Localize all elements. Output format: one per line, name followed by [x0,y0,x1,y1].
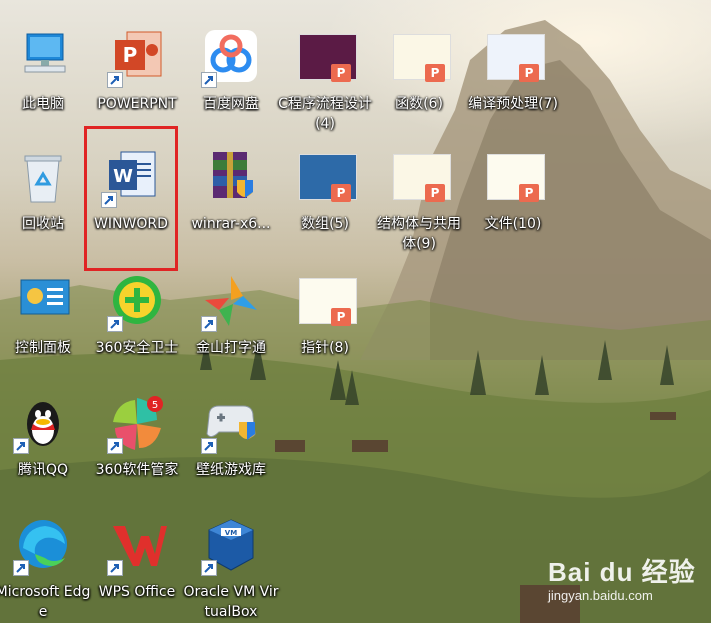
shortcut-arrow-icon [107,316,123,332]
icon-label: 编译预处理(7) [468,96,558,112]
desktop-icon-arrays[interactable]: P 数组(5) [282,146,368,234]
shortcut-arrow-icon [13,560,29,576]
edge-icon [11,514,75,578]
icon-label: POWERPNT [97,96,177,112]
icon-label: 壁纸游戏库 [196,462,266,478]
icon-label: WPS Office [98,584,176,600]
icon-label: 指针(8) [301,340,349,356]
pptx-file-icon: P [387,26,451,90]
desktop-icon-pointers[interactable]: P 指针(8) [282,270,368,358]
kingsoft-typing-icon [199,270,263,334]
shortcut-arrow-icon [201,438,217,454]
icon-label: winrar-x6... [191,216,271,232]
360-software-manager-icon: 5 [105,392,169,456]
desktop-icon-functions[interactable]: P 函数(6) [376,26,462,114]
pptx-file-icon: P [293,270,357,334]
desktop-icon-powerpnt[interactable]: P POWERPNT [94,26,180,114]
shortcut-arrow-icon [107,438,123,454]
highlight-box-winword [84,126,178,271]
baidu-netdisk-icon [199,26,263,90]
desktop-icon-this-pc[interactable]: 此电脑 [0,26,86,114]
desktop-icon-control-panel[interactable]: 控制面板 [0,270,86,358]
desktop-icon-360-safe[interactable]: 360安全卫士 [94,270,180,358]
desktop-icon-edge[interactable]: Microsoft Edge [0,514,90,622]
icon-label: 数组(5) [301,216,349,232]
pptx-file-icon: P [481,26,545,90]
qq-icon [11,392,75,456]
icon-label: 腾讯QQ [17,462,69,478]
icon-label: Microsoft Edge [0,584,91,620]
360-safe-icon [105,270,169,334]
wps-office-icon [105,514,169,578]
desktop-icon-baidu-netdisk[interactable]: 百度网盘 [188,26,274,114]
watermark-url: jingyan.baidu.com [548,588,653,603]
baidu-jingyan-watermark: Bai du 经验 jingyan.baidu.com [548,552,708,618]
svg-text:P: P [123,43,138,67]
icon-label: 文件(10) [484,216,542,232]
icon-label: 控制面板 [15,340,71,356]
pptx-file-icon: P [387,146,451,210]
winrar-installer-icon [199,146,263,210]
recycle-bin-icon [11,146,75,210]
computer-icon [11,26,75,90]
wallpaper-game-library-icon [199,392,263,456]
icon-label: 结构体与共用体(9) [377,216,461,252]
virtualbox-icon: VM [199,514,263,578]
desktop[interactable]: 此电脑 P POWERPNT 百度网盘 P C程序流程设计(4) P 函数(6)… [0,0,711,623]
desktop-icon-wallpaper-game-library[interactable]: 壁纸游戏库 [188,392,274,480]
desktop-icon-preprocessing[interactable]: P 编译预处理(7) [468,26,558,114]
icon-label: C程序流程设计(4) [278,96,372,132]
desktop-icon-c-program-flow[interactable]: P C程序流程设计(4) [278,26,372,134]
desktop-icon-virtualbox[interactable]: VM Oracle VM VirtualBox [183,514,279,622]
desktop-icon-kingsoft-typing[interactable]: 金山打字通 [188,270,274,358]
icon-label: 360软件管家 [95,462,179,478]
desktop-icon-qq[interactable]: 腾讯QQ [0,392,86,480]
icon-label: 此电脑 [22,96,64,112]
desktop-icon-wps-office[interactable]: WPS Office [94,514,180,602]
icon-label: 函数(6) [395,96,443,112]
control-panel-icon [11,270,75,334]
desktop-icon-recycle-bin[interactable]: 回收站 [0,146,86,234]
pptx-file-icon: P [481,146,545,210]
icon-label: 回收站 [22,216,64,232]
desktop-icon-files[interactable]: P 文件(10) [470,146,556,234]
svg-text:VM: VM [225,529,237,537]
shortcut-arrow-icon [201,316,217,332]
shortcut-arrow-icon [107,560,123,576]
desktop-icon-360-software-manager[interactable]: 5 360软件管家 [94,392,180,480]
icon-label: 360安全卫士 [95,340,179,356]
icon-label: 百度网盘 [203,96,259,112]
watermark-brand: Bai du 经验 [548,557,696,587]
icon-label: 金山打字通 [196,340,266,356]
shortcut-arrow-icon [201,560,217,576]
powerpoint-icon: P [105,26,169,90]
shortcut-arrow-icon [13,438,29,454]
pptx-file-icon: P [293,26,357,90]
shortcut-arrow-icon [201,72,217,88]
shortcut-arrow-icon [107,72,123,88]
desktop-icon-winrar[interactable]: winrar-x6... [188,146,274,234]
desktop-icon-struct-union[interactable]: P 结构体与共用体(9) [376,146,462,254]
icon-label: Oracle VM VirtualBox [183,584,279,620]
notification-badge: 5 [152,400,158,411]
pptx-file-icon: P [293,146,357,210]
